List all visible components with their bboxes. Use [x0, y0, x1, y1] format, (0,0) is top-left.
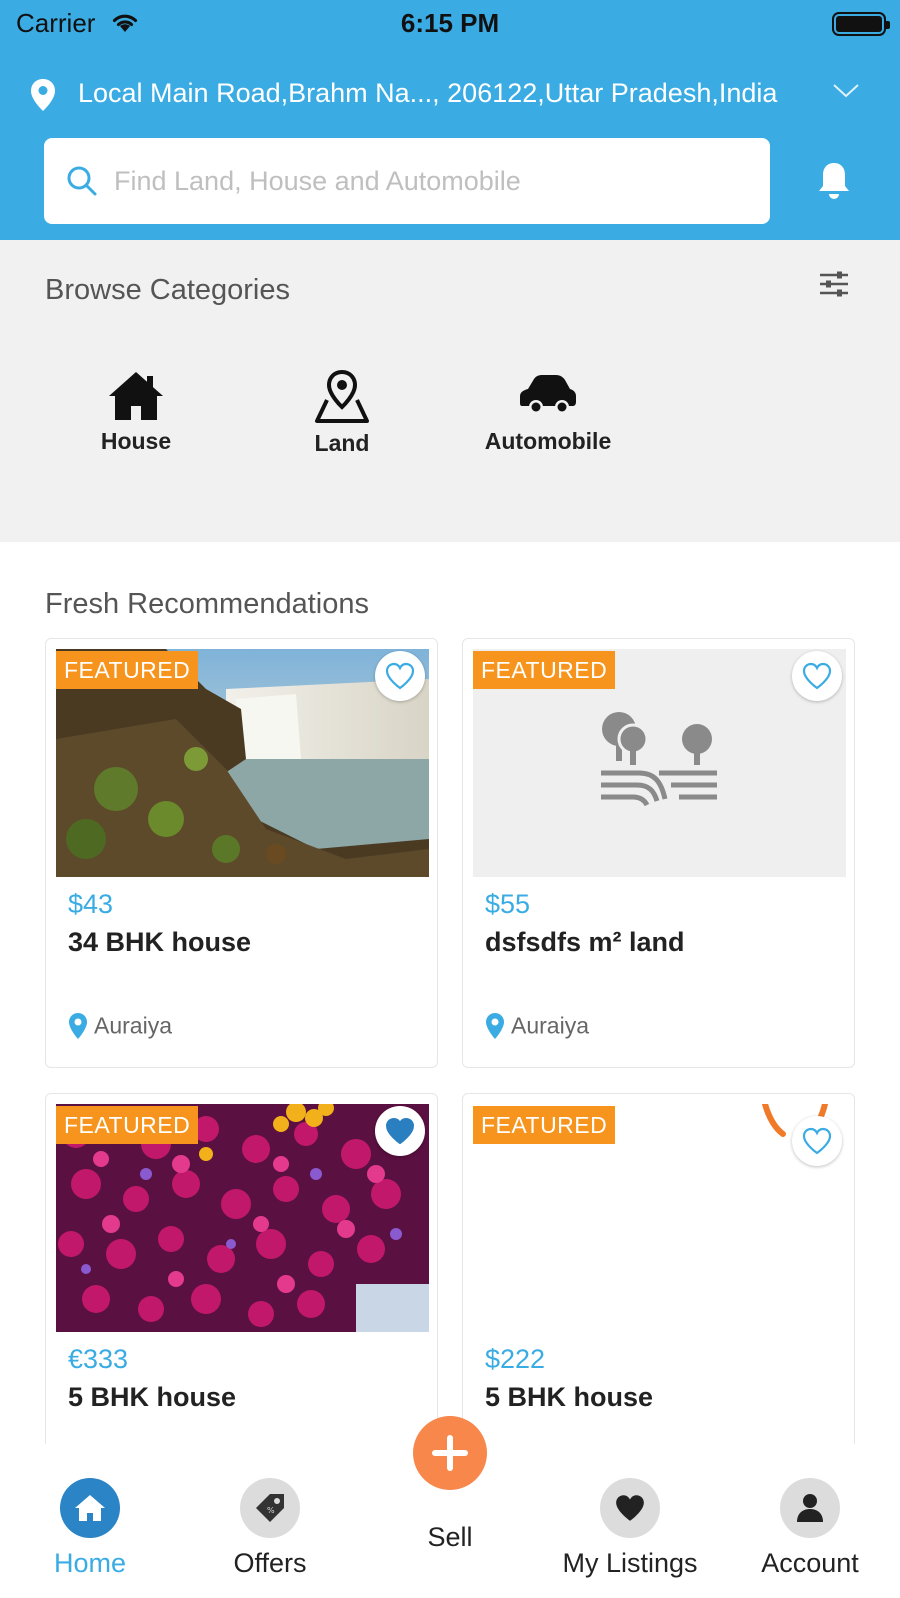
heart-outline-icon: [385, 662, 415, 690]
favorite-button[interactable]: [792, 1116, 842, 1166]
listing-price: $55: [485, 889, 531, 919]
listing-location-text: Auraiya: [94, 1012, 172, 1039]
nav-sell-label: Sell: [427, 1522, 473, 1552]
chevron-down-icon: [833, 84, 859, 98]
svg-text:%: %: [267, 1506, 275, 1515]
location-selector[interactable]: Local Main Road,Brahm Na..., 206122,Utta…: [0, 70, 900, 118]
heart-outline-icon: [802, 1127, 832, 1155]
category-automobile[interactable]: Automobile: [458, 370, 638, 455]
battery-icon: [832, 12, 890, 36]
user-icon: [797, 1494, 823, 1522]
listing-card[interactable]: FEATURED $43 34 BHK house Auraiya: [45, 638, 438, 1068]
listing-price: $43: [68, 889, 114, 919]
location-pin-icon: [69, 1012, 87, 1039]
app-header: Carrier 6:15 PM Local Main Road,Brahm Na…: [0, 0, 900, 240]
heart-outline-icon: [802, 662, 832, 690]
land-placeholder-icon: [601, 712, 717, 807]
listing-location: Auraiya: [485, 1011, 589, 1040]
status-bar: Carrier 6:15 PM: [0, 0, 900, 48]
plus-icon: [432, 1435, 468, 1471]
listing-title: 5 BHK house: [485, 1382, 654, 1412]
featured-badge: FEATURED: [473, 651, 616, 689]
listing-card[interactable]: FEATURED $55 dsfsdfs m² land Auraiya: [462, 638, 855, 1068]
featured-badge: FEATURED: [473, 1106, 616, 1144]
nav-my-listings[interactable]: My Listings: [540, 1478, 720, 1579]
nav-my-listings-label: My Listings: [562, 1548, 698, 1578]
house-icon: [109, 372, 163, 420]
featured-badge: FEATURED: [56, 651, 199, 689]
location-pin-icon: [31, 79, 55, 111]
browse-categories-section: Browse Categories House Land Automobile: [0, 240, 900, 542]
nav-account[interactable]: Account: [720, 1478, 900, 1579]
favorite-button[interactable]: [375, 651, 425, 701]
featured-badge: FEATURED: [56, 1106, 199, 1144]
listing-title: 34 BHK house: [68, 927, 252, 957]
location-pin-icon: [486, 1012, 504, 1039]
listing-title: dsfsdfs m² land: [485, 927, 685, 957]
listing-location-text: Auraiya: [511, 1012, 589, 1039]
favorite-button[interactable]: [375, 1106, 425, 1156]
favorite-button[interactable]: [792, 651, 842, 701]
nav-home-label: Home: [53, 1548, 127, 1578]
search-box[interactable]: [44, 138, 770, 224]
browse-categories-title: Browse Categories: [45, 274, 290, 306]
home-icon: [75, 1495, 105, 1521]
search-input[interactable]: [114, 138, 754, 224]
status-time: 6:15 PM: [400, 8, 500, 38]
car-icon: [520, 375, 576, 414]
fresh-recommendations-title: Fresh Recommendations: [45, 588, 369, 620]
nav-account-label: Account: [761, 1548, 859, 1578]
listing-title: 5 BHK house: [68, 1382, 237, 1412]
heart-filled-icon: [385, 1117, 415, 1145]
bottom-navigation: Home % Offers Sell My Listings Account: [0, 1416, 900, 1598]
map-pin-icon: [315, 370, 369, 423]
nav-home[interactable]: Home: [0, 1478, 180, 1579]
search-icon: [67, 166, 97, 196]
nav-offers-label: Offers: [233, 1548, 307, 1578]
category-house-label: House: [100, 428, 172, 454]
category-house[interactable]: House: [46, 370, 226, 455]
filter-icon[interactable]: [818, 270, 850, 298]
listing-price: $222: [485, 1344, 546, 1374]
category-land[interactable]: Land: [252, 370, 432, 457]
location-text: Local Main Road,Brahm Na..., 206122,Utta…: [78, 78, 778, 108]
bell-icon[interactable]: [816, 160, 852, 202]
tag-icon: %: [256, 1494, 284, 1522]
category-automobile-label: Automobile: [484, 428, 612, 454]
sell-button[interactable]: [413, 1416, 487, 1490]
listing-location: Auraiya: [68, 1011, 172, 1040]
heart-icon: [616, 1495, 644, 1521]
listing-price: €333: [68, 1344, 129, 1374]
category-land-label: Land: [314, 430, 370, 456]
nav-offers[interactable]: % Offers: [180, 1478, 360, 1579]
